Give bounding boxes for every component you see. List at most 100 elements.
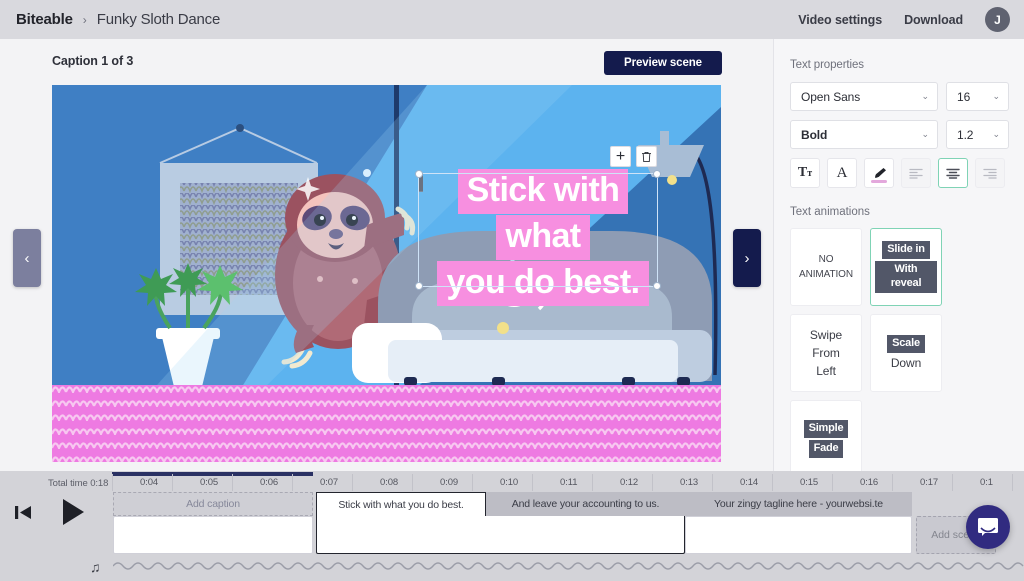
font-size-value: 16 (957, 90, 992, 104)
ruler-tick-line (352, 474, 353, 491)
align-right-glyph (983, 168, 997, 179)
animation-label: Fade (809, 440, 844, 458)
video-settings-button[interactable]: Video settings (798, 13, 882, 27)
timeline-ruler[interactable]: 0:04 0:05 0:06 0:07 0:08 0:09 0:10 0:11 … (110, 471, 1024, 491)
line-height-select[interactable]: 1.2 ⌄ (946, 120, 1009, 149)
app-header: Biteable › Funky Sloth Dance Video setti… (0, 0, 1024, 39)
scene-clip[interactable] (685, 516, 912, 554)
ruler-tick-line (472, 474, 473, 491)
align-left-icon[interactable] (901, 158, 931, 188)
download-button[interactable]: Download (904, 13, 963, 27)
ruler-tick: 0:04 (140, 477, 158, 488)
animation-option-swipe-from-left[interactable]: Swipe From Left (790, 314, 862, 392)
highlight-color-swatch (871, 180, 887, 183)
animation-label: Simple (804, 420, 849, 438)
trash-glyph (641, 151, 652, 163)
animation-label: Swipe (810, 327, 842, 343)
ruler-tick: 0:06 (260, 477, 278, 488)
format-button-row: Tт A (790, 158, 1008, 188)
animation-label: NO (819, 253, 834, 267)
animation-label: With reveal (875, 261, 937, 293)
animation-grid: NO ANIMATION Slide in With reveal Swipe … (790, 228, 1008, 478)
ruler-tick: 0:05 (200, 477, 218, 488)
brand-logo[interactable]: Biteable (16, 11, 73, 28)
font-weight-select[interactable]: Bold ⌄ (790, 120, 938, 149)
total-time-label: Total time 0:18 (48, 478, 108, 489)
chevron-down-icon: ⌄ (992, 91, 1000, 102)
animation-option-simple-fade[interactable]: Simple Fade (790, 400, 862, 478)
selection-toolbar: + (610, 146, 657, 167)
font-size-select[interactable]: 16 ⌄ (946, 82, 1009, 111)
ruler-tick: 0:10 (500, 477, 518, 488)
animation-option-scale-down[interactable]: Scale Down (870, 314, 942, 392)
align-left-glyph (909, 168, 923, 179)
animation-label: ANIMATION (799, 268, 853, 282)
ruler-tick: 0:13 (680, 477, 698, 488)
font-weight-value: Bold (801, 128, 921, 142)
previous-scene-button[interactable]: ‹ (13, 229, 41, 287)
font-color-icon[interactable]: A (827, 158, 857, 188)
resize-handle-bottom-right[interactable] (653, 282, 661, 290)
ruler-tick-line (892, 474, 893, 491)
add-text-icon[interactable]: + (610, 146, 631, 167)
ruler-tick: 0:17 (920, 477, 938, 488)
animation-label: Down (891, 355, 921, 371)
audio-track[interactable] (113, 559, 1024, 573)
ruler-tick: 0:16 (860, 477, 878, 488)
caption-clip[interactable]: Your zingy tagline here - yourwebsi.te (685, 492, 912, 516)
font-family-select[interactable]: Open Sans ⌄ (790, 82, 938, 111)
ruler-tick-line (112, 474, 113, 491)
rewind-button[interactable] (14, 504, 33, 526)
ruler-tick: 0:07 (320, 477, 338, 488)
font-family-value: Open Sans (801, 90, 921, 104)
chevron-down-icon: ⌄ (921, 129, 929, 140)
caption-clip[interactable]: And leave your accounting to us. (486, 492, 685, 516)
ruler-tick-line (652, 474, 653, 491)
ruler-tick-line (232, 474, 233, 491)
animation-label: Left (816, 363, 836, 379)
rewind-glyph (14, 504, 33, 521)
ruler-tick: 0:09 (440, 477, 458, 488)
ruler-tick: 0:12 (620, 477, 638, 488)
animation-label: From (812, 345, 840, 361)
weight-row: Bold ⌄ 1.2 ⌄ (790, 120, 1008, 149)
timeline: Total time 0:18 0:04 0:05 0:06 0:07 0:08… (0, 471, 1024, 581)
caption-counter: Caption 1 of 3 (52, 54, 133, 68)
text-case-icon[interactable]: Tт (790, 158, 820, 188)
resize-handle-top-left[interactable] (415, 170, 423, 178)
text-selection-box[interactable]: + (418, 173, 658, 287)
ruler-tick-line (772, 474, 773, 491)
play-button[interactable] (61, 498, 85, 531)
ruler-tick-line (832, 474, 833, 491)
ruler-tick-line (532, 474, 533, 491)
ruler-tick-line (592, 474, 593, 491)
resize-handle-top-right[interactable] (653, 170, 661, 178)
scene-clip[interactable] (113, 516, 313, 554)
preview-scene-button[interactable]: Preview scene (604, 51, 722, 75)
animation-option-slide-in-with-reveal[interactable]: Slide in With reveal (870, 228, 942, 306)
animation-label: Scale (887, 335, 925, 353)
properties-panel: Text properties Open Sans ⌄ 16 ⌄ Bold ⌄ … (773, 39, 1024, 471)
ruler-tick-line (172, 474, 173, 491)
add-caption-button[interactable]: Add caption (113, 492, 313, 516)
font-row: Open Sans ⌄ 16 ⌄ (790, 82, 1008, 111)
caption-clip-selected[interactable]: Stick with what you do best. (316, 492, 486, 516)
ruler-tick-line (952, 474, 953, 491)
align-center-icon[interactable] (938, 158, 968, 188)
intercom-chat-button[interactable] (966, 505, 1010, 549)
delete-text-icon[interactable] (636, 146, 657, 167)
project-title[interactable]: Funky Sloth Dance (97, 11, 220, 28)
chevron-down-icon: ⌄ (921, 91, 929, 102)
marker-glyph (872, 167, 887, 180)
scene-clip-selected[interactable] (316, 516, 685, 554)
align-right-icon[interactable] (975, 158, 1005, 188)
ruler-tick: 0:11 (560, 477, 577, 488)
next-scene-button[interactable]: › (733, 229, 761, 287)
animation-option-no-animation[interactable]: NO ANIMATION (790, 228, 862, 306)
music-note-icon[interactable]: ♫ (90, 559, 101, 575)
highlight-icon[interactable] (864, 158, 894, 188)
ruler-tick-line (1012, 474, 1013, 491)
avatar[interactable]: J (985, 7, 1010, 32)
ruler-tick: 0:1 (980, 477, 993, 488)
resize-handle-bottom-left[interactable] (415, 282, 423, 290)
